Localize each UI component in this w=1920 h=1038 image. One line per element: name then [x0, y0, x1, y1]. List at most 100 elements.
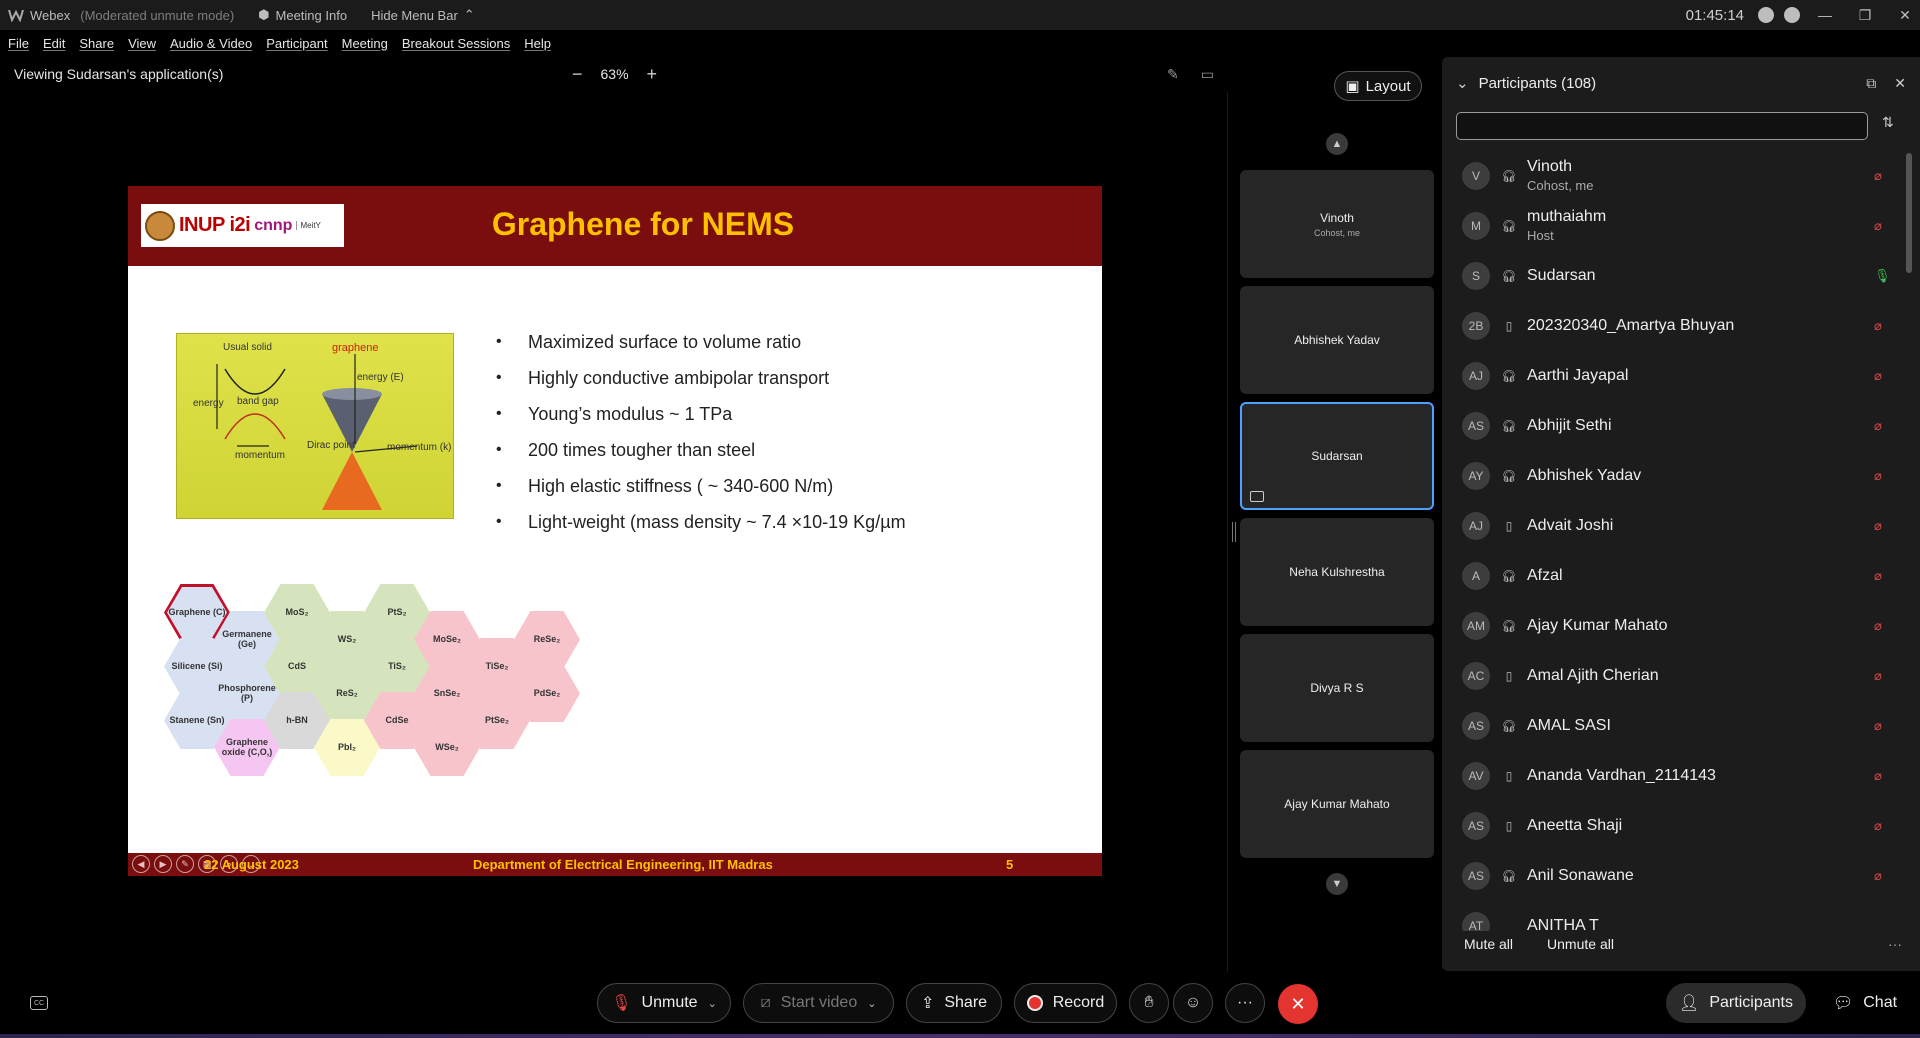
mic-muted-icon[interactable]: ⌀	[1874, 818, 1882, 834]
share-window-icon[interactable]: ▭	[1201, 66, 1214, 83]
participant-row[interactable]: M 🎧︎ muthaiahm Host ⌀	[1442, 201, 1912, 251]
close-window-button[interactable]: ✕	[1890, 7, 1920, 24]
menu-participant[interactable]: Participant	[266, 36, 327, 51]
video-tile[interactable]: Vinoth Cohost, me	[1240, 170, 1434, 278]
mic-muted-icon[interactable]: ⌀	[1874, 418, 1882, 434]
participant-row[interactable]: 2B ▯ 202320340_Amartya Bhuyan ⌀	[1442, 301, 1912, 351]
popout-icon[interactable]: ⧉	[1866, 75, 1876, 92]
participants-header: ⌄ Participants (108) ⧉ ✕	[1456, 71, 1906, 95]
menu-meeting[interactable]: Meeting	[342, 36, 388, 51]
mic-muted-icon[interactable]: ⌀	[1874, 468, 1882, 484]
slide-next-icon[interactable]: ▶	[154, 855, 172, 873]
more-controls-button[interactable]: ···	[1225, 983, 1265, 1023]
video-tile[interactable]: Divya R S	[1240, 634, 1434, 742]
mic-muted-icon[interactable]: ⌀	[1874, 618, 1882, 634]
participant-row[interactable]: AS ▯ Aneetta Shaji ⌀	[1442, 801, 1912, 851]
bullet-item: Light-weight (mass density ~ 7.4 ×10-19 …	[496, 504, 1056, 540]
unmute-button[interactable]: 🎙︎ Unmute ⌄	[597, 983, 731, 1023]
iit-seal-icon	[145, 210, 175, 241]
reactions-button[interactable]: ☺	[1173, 983, 1213, 1023]
video-tile[interactable]: Ajay Kumar Mahato	[1240, 750, 1434, 858]
minimize-button[interactable]: —	[1810, 7, 1840, 23]
start-video-button[interactable]: ⧄ Start video ⌄	[743, 983, 894, 1023]
participant-row[interactable]: AJ 🎧︎ Aarthi Jayapal ⌀	[1442, 351, 1912, 401]
headset-icon: 🎧︎	[1501, 419, 1517, 433]
participant-row[interactable]: AM 🎧︎ Ajay Kumar Mahato ⌀	[1442, 601, 1912, 651]
menu-breakout-sessions[interactable]: Breakout Sessions	[402, 36, 510, 51]
menu-file[interactable]: File	[8, 36, 29, 51]
leave-meeting-button[interactable]: ✕	[1278, 984, 1318, 1024]
mic-muted-icon[interactable]: ⌀	[1874, 568, 1882, 584]
sort-icon[interactable]: ⇅	[1882, 114, 1894, 131]
mic-muted-icon[interactable]: ⌀	[1874, 518, 1882, 534]
video-tile[interactable]: Sudarsan	[1240, 402, 1434, 510]
label-band-gap: band gap	[237, 396, 279, 407]
slide-footer: ◀ ▶ ✎ ▦ ⌕ … 22 August 2023 Department of…	[128, 853, 1102, 876]
record-button[interactable]: Record	[1014, 983, 1117, 1023]
mic-on-icon[interactable]: 🎙︎	[1874, 268, 1891, 284]
participant-avatar: AS	[1462, 412, 1490, 440]
material-hex-label: h-BN	[286, 714, 308, 725]
video-tile[interactable]: Abhishek Yadav	[1240, 286, 1434, 394]
mic-muted-icon[interactable]: ⌀	[1874, 368, 1882, 384]
more-options-icon[interactable]: ···	[1888, 936, 1902, 952]
maximize-button[interactable]: ❐	[1850, 7, 1880, 24]
bullet-item: Maximized surface to volume ratio	[496, 324, 1056, 360]
participant-row[interactable]: AS 🎧︎ Anil Sonawane ⌀	[1442, 851, 1912, 901]
annotate-icon[interactable]: ✎	[1167, 66, 1179, 83]
participant-name: Sudarsan	[1527, 267, 1596, 284]
menu-edit[interactable]: Edit	[43, 36, 65, 51]
layout-button[interactable]: ▣ Layout	[1334, 71, 1422, 101]
menu-share[interactable]: Share	[79, 36, 114, 51]
zoom-in-button[interactable]: +	[647, 64, 658, 85]
participant-search-input[interactable]	[1456, 112, 1868, 140]
headset-icon: 🎧︎	[1501, 569, 1517, 583]
mic-muted-icon[interactable]: ⌀	[1874, 168, 1882, 184]
mic-muted-icon[interactable]: ⌀	[1874, 668, 1882, 684]
mic-muted-icon[interactable]: ⌀	[1874, 868, 1882, 884]
slide-prev-icon[interactable]: ◀	[132, 855, 150, 873]
strip-scroll-up-button[interactable]: ▲	[1326, 133, 1348, 155]
hide-menu-bar-button[interactable]: Hide Menu Bar ⌃	[371, 7, 475, 23]
audio-options-chevron-icon[interactable]: ⌄	[708, 997, 717, 1010]
participants-toggle-button[interactable]: 👤︎ Participants	[1666, 983, 1806, 1023]
participant-row[interactable]: A 🎧︎ Afzal ⌀	[1442, 551, 1912, 601]
participant-row[interactable]: AJ ▯ Advait Joshi ⌀	[1442, 501, 1912, 551]
viewing-label: Viewing Sudarsan's application(s)	[14, 66, 224, 82]
participant-row[interactable]: AC ▯ Amal Ajith Cherian ⌀	[1442, 651, 1912, 701]
mic-muted-icon[interactable]: ⌀	[1874, 718, 1882, 734]
participant-row[interactable]: V 🎧︎ Vinoth Cohost, me ⌀	[1442, 151, 1912, 201]
participant-list-scrollbar[interactable]	[1906, 153, 1912, 273]
mic-muted-icon[interactable]: ⌀	[1874, 768, 1882, 784]
chat-button[interactable]: 💬︎ Chat	[1820, 983, 1910, 1023]
menu-view[interactable]: View	[128, 36, 156, 51]
participant-row[interactable]: S 🎧︎ Sudarsan 🎙︎	[1442, 251, 1912, 301]
meeting-info-button[interactable]: ⬢ Meeting Info	[258, 7, 347, 23]
collapse-chevron-icon[interactable]: ⌄	[1456, 74, 1469, 92]
participant-row[interactable]: AS 🎧︎ AMAL SASI ⌀	[1442, 701, 1912, 751]
video-options-chevron-icon[interactable]: ⌄	[867, 997, 876, 1010]
video-tile[interactable]: Neha Kulshrestha	[1240, 518, 1434, 626]
share-button[interactable]: ⇪ Share	[906, 983, 1002, 1023]
mic-muted-icon[interactable]: ⌀	[1874, 318, 1882, 334]
webex-logo-icon	[8, 9, 24, 22]
raise-hand-button[interactable]: ✋︎	[1129, 983, 1169, 1023]
slide-pen-icon[interactable]: ✎	[176, 855, 194, 873]
menu-help[interactable]: Help	[524, 36, 551, 51]
panel-splitter[interactable]	[1232, 522, 1236, 542]
participant-row[interactable]: AS 🎧︎ Abhijit Sethi ⌀	[1442, 401, 1912, 451]
strip-scroll-down-button[interactable]: ▼	[1326, 873, 1348, 895]
zoom-out-button[interactable]: −	[572, 64, 583, 85]
participant-row[interactable]: AV ▯ Ananda Vardhan_2114143 ⌀	[1442, 751, 1912, 801]
participant-row[interactable]: AY 🎧︎ Abhishek Yadav ⌀	[1442, 451, 1912, 501]
menu-audio-video[interactable]: Audio & Video	[170, 36, 252, 51]
participant-row[interactable]: AT ANITHA T	[1442, 901, 1912, 931]
band-structure-drawing	[216, 354, 418, 510]
mute-all-button[interactable]: Mute all	[1464, 936, 1513, 952]
mic-muted-icon[interactable]: ⌀	[1874, 218, 1882, 234]
participant-avatar: AY	[1462, 462, 1490, 490]
closed-captions-icon[interactable]: CC	[30, 996, 48, 1010]
label-dirac-point: Dirac point	[307, 440, 355, 451]
unmute-all-button[interactable]: Unmute all	[1547, 936, 1614, 952]
close-panel-icon[interactable]: ✕	[1894, 75, 1906, 92]
